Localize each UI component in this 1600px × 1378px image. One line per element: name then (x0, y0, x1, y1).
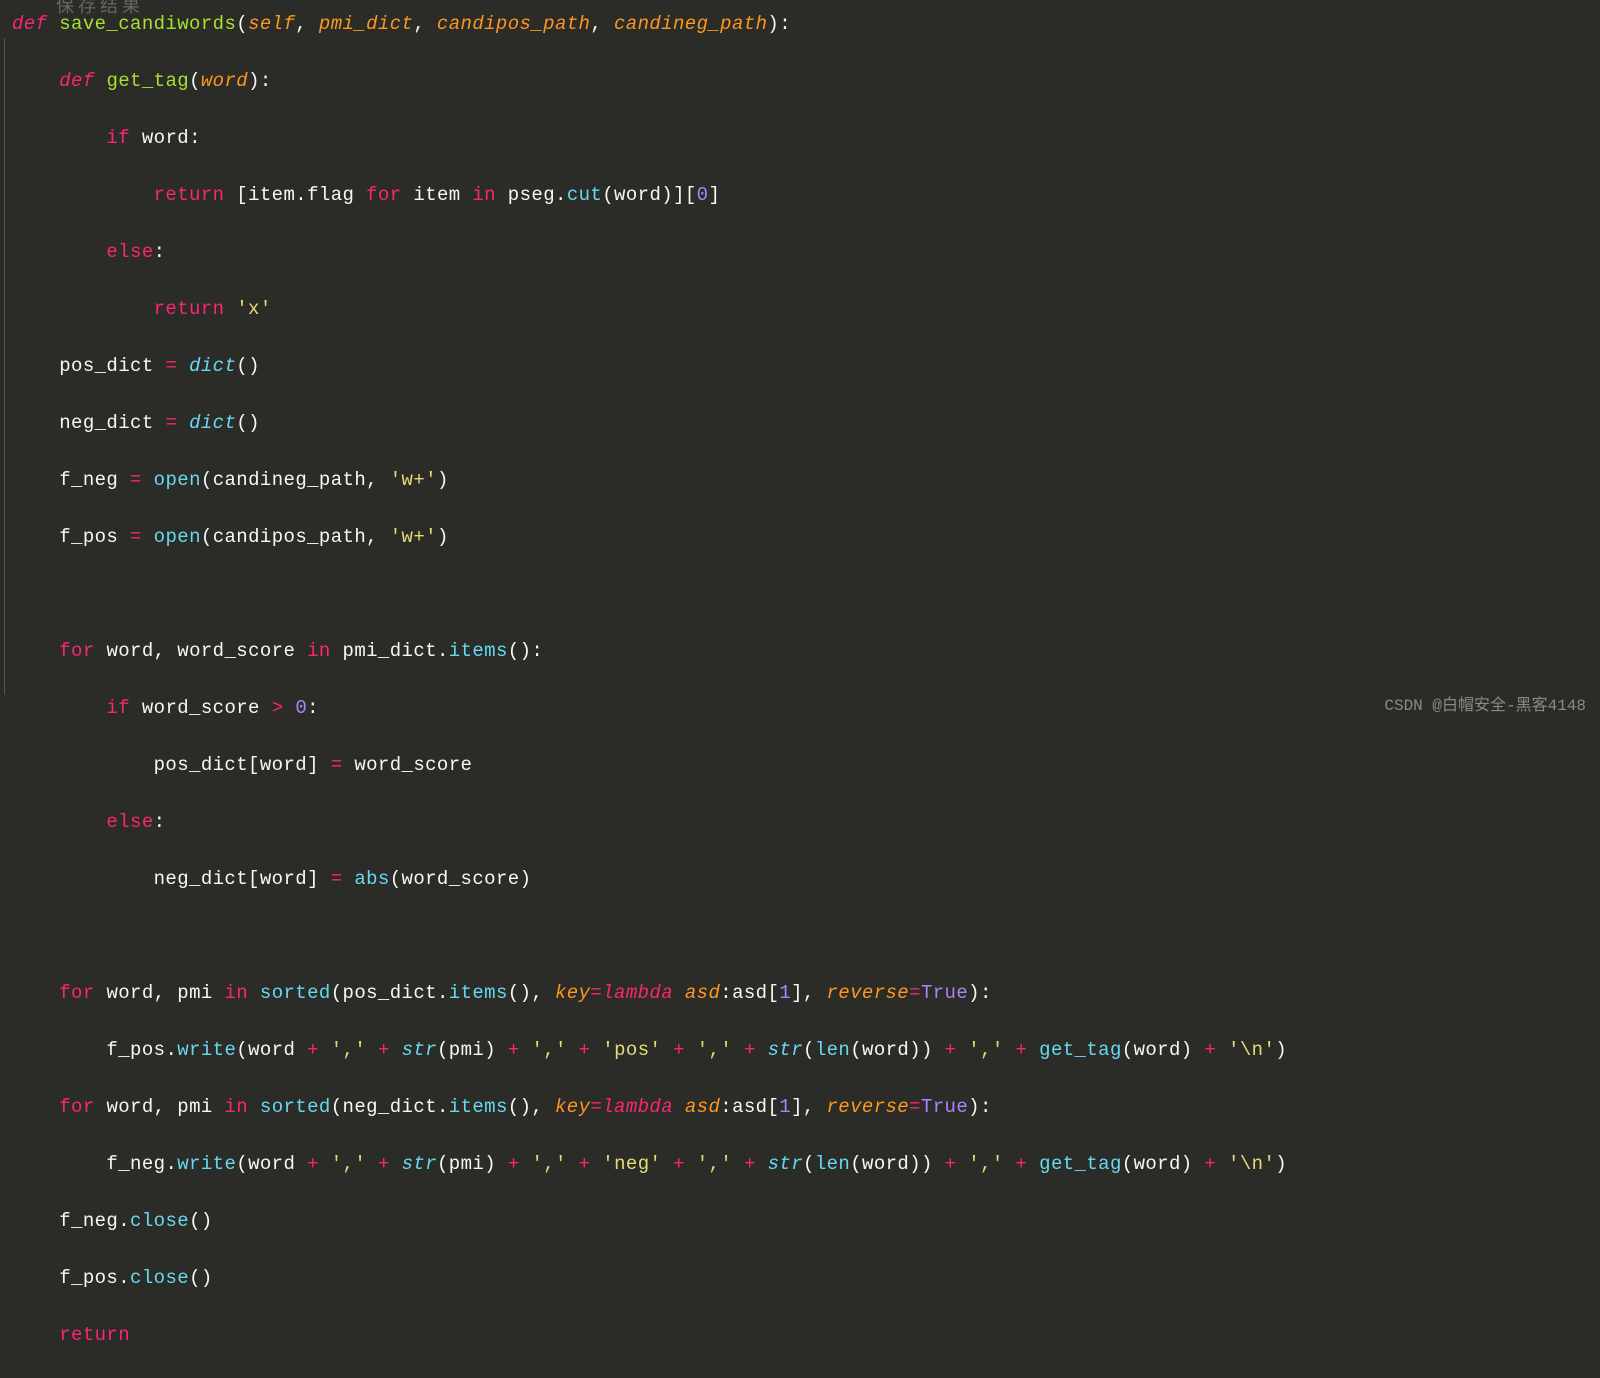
header-remnant: 保存结果 (56, 0, 144, 23)
code-block: def save_candiwords(self, pmi_dict, cand… (12, 10, 1600, 1378)
watermark: CSDN @白帽安全-黑客4148 (1384, 692, 1586, 721)
indent-guide (4, 38, 5, 695)
